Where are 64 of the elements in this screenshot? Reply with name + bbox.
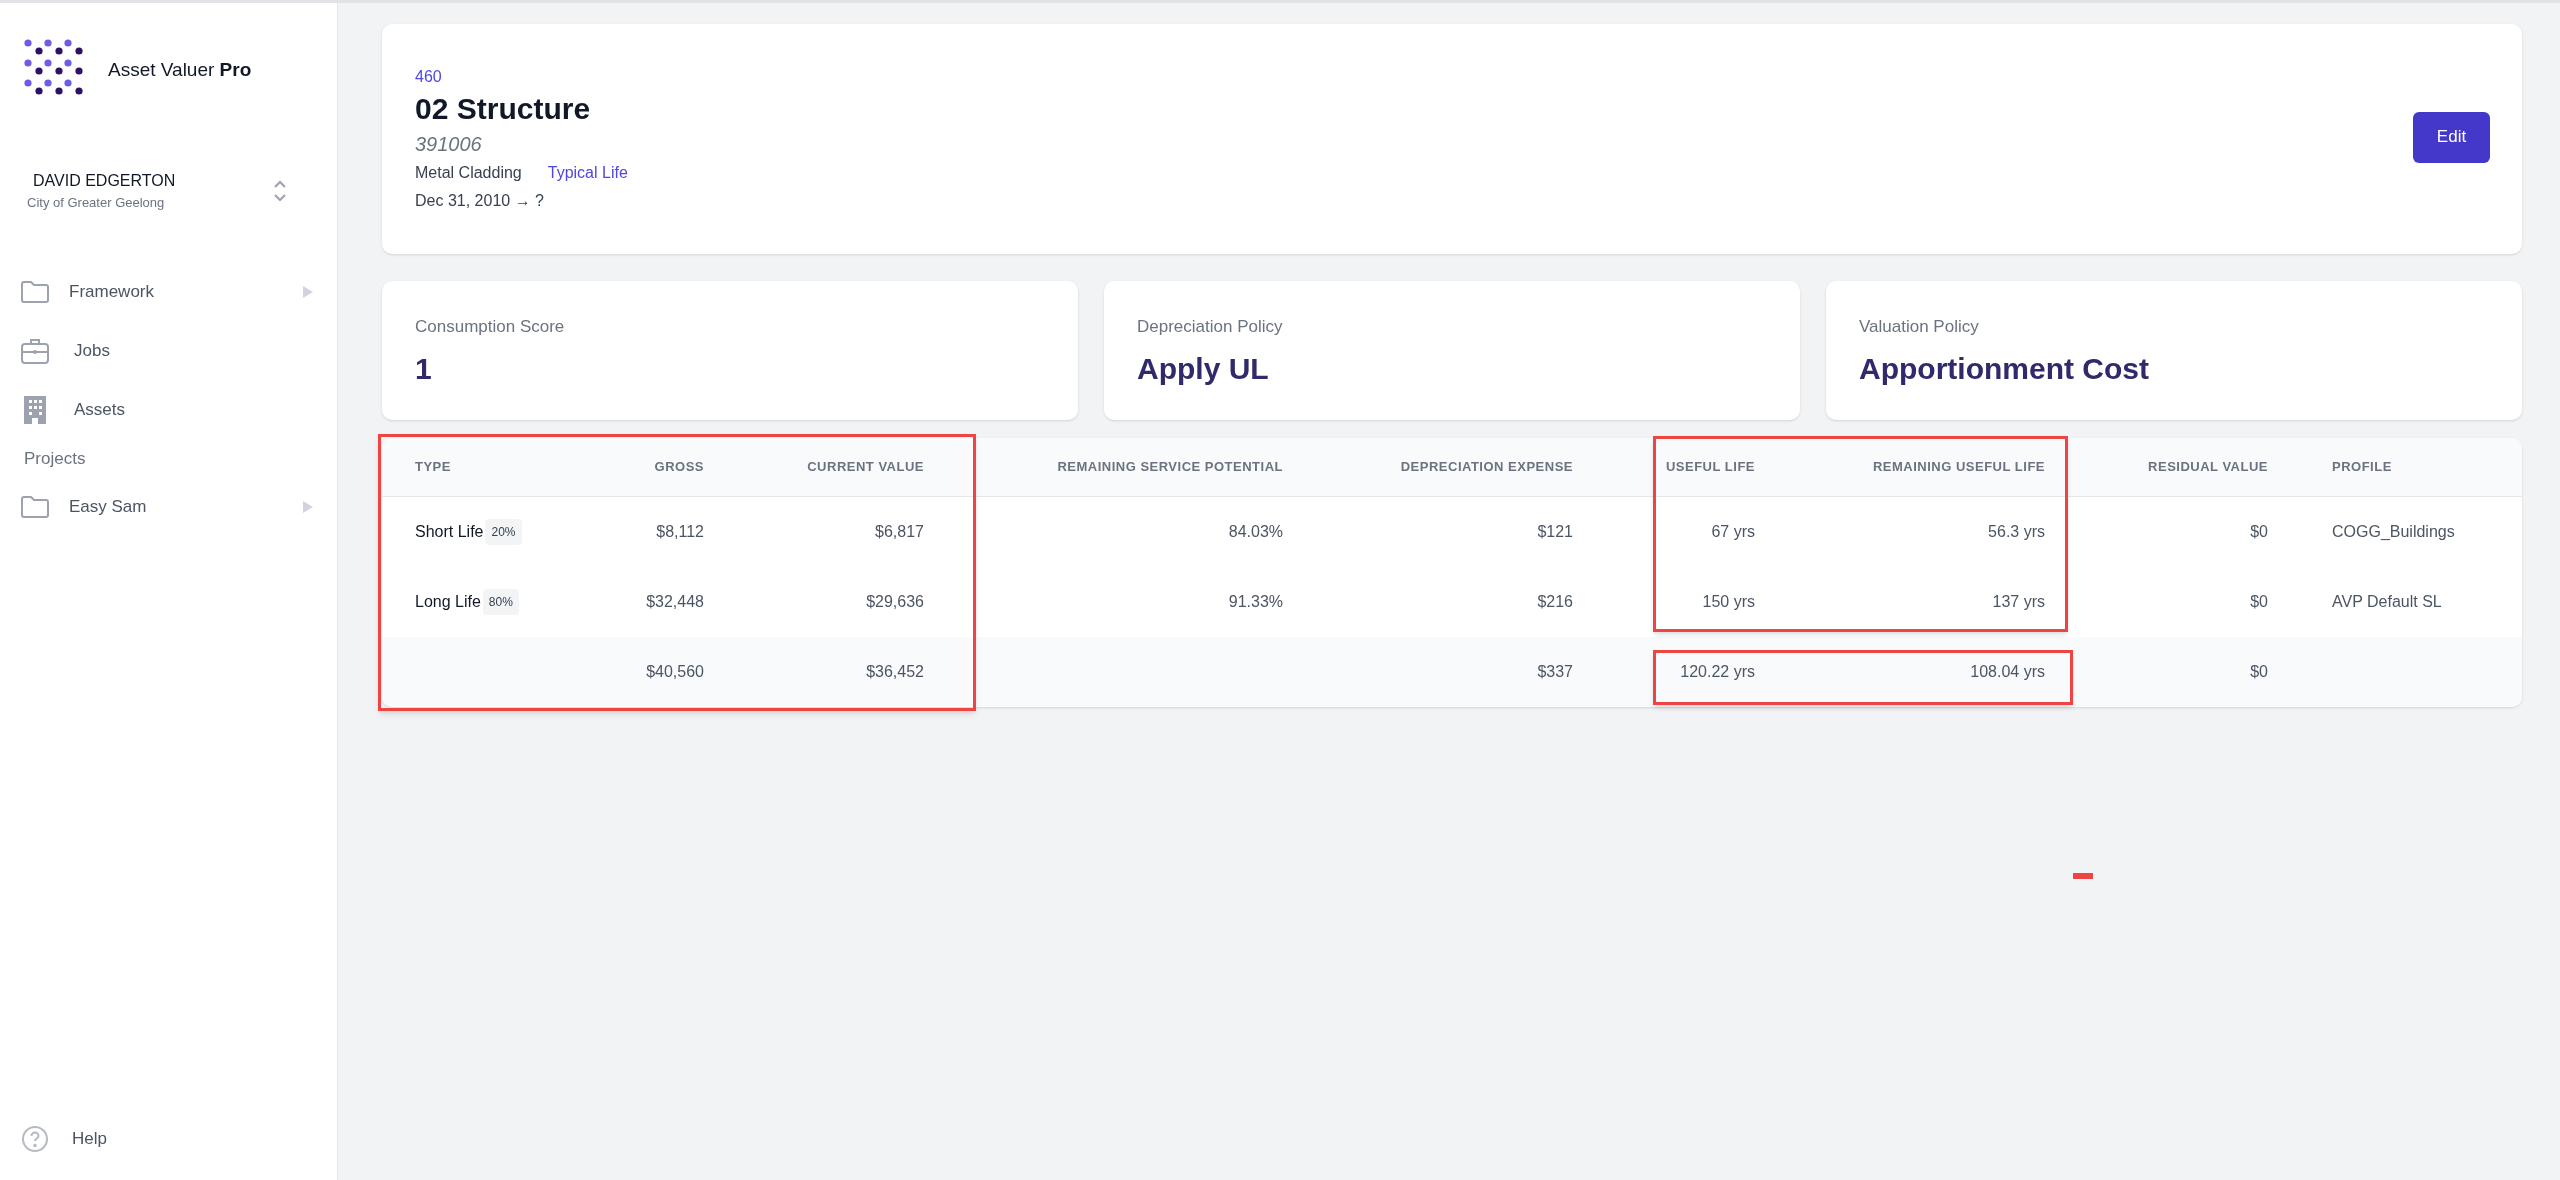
- edit-button[interactable]: Edit: [2413, 111, 2490, 163]
- nav-item[interactable]: Jobs: [0, 321, 337, 381]
- building-icon: [22, 396, 48, 424]
- table-cell-text: 150 yrs: [1701, 592, 1756, 612]
- table-cell-text: 56.3 yrs: [1987, 522, 2046, 542]
- asset-title: 02 Structure: [415, 91, 592, 127]
- total-cell-text: $337: [1536, 662, 1574, 682]
- briefcase-icon: [21, 337, 49, 365]
- user-name: DAVID EDGERTON: [32, 171, 176, 191]
- stat-label: Consumption Score: [415, 316, 566, 338]
- stat-value: Apply UL: [1137, 350, 1270, 387]
- table-cell-text: $0: [2249, 522, 2269, 542]
- total-cell-text: $40,560: [645, 662, 705, 682]
- folder-icon: [21, 281, 49, 303]
- asset-code: 391006: [415, 132, 483, 157]
- stat-label: Valuation Policy: [1859, 316, 1980, 338]
- total-cell-text: $36,452: [865, 662, 925, 682]
- type-label: Long Life: [415, 592, 481, 612]
- stat-label: Depreciation Policy: [1137, 316, 1284, 338]
- share-badge: 20%: [485, 519, 522, 545]
- table-cell-text: COGG_Buildings: [2331, 522, 2456, 542]
- table-cell-text: $0: [2249, 592, 2269, 612]
- nav-item[interactable]: Framework: [0, 262, 337, 322]
- column-header[interactable]: TYPE: [382, 457, 560, 477]
- total-cell-text: 120.22 yrs: [1679, 662, 1756, 682]
- column-header[interactable]: RESIDUAL VALUE: [2061, 457, 2284, 477]
- column-header[interactable]: DEPRECIATION EXPENSE: [1299, 457, 1589, 477]
- table-cell-text: $6,817: [874, 522, 925, 542]
- column-header[interactable]: REMAINING USEFUL LIFE: [1771, 457, 2061, 477]
- material-label: Metal Cladding: [415, 163, 522, 183]
- help-link[interactable]: Help: [0, 1126, 337, 1152]
- table-cell-text: AVP Default SL: [2331, 592, 2443, 612]
- column-header[interactable]: REMAINING SERVICE POTENTIAL: [940, 457, 1299, 477]
- table-cell-text: $121: [1536, 522, 1574, 542]
- chevron-up-down-icon: [273, 178, 287, 203]
- table-cell-text: $29,636: [865, 592, 925, 612]
- nav-item[interactable]: Assets: [0, 380, 337, 440]
- folder-icon: [21, 495, 49, 518]
- asset-number-link[interactable]: 460: [415, 65, 628, 89]
- column-header[interactable]: GROSS: [560, 457, 720, 477]
- table-cell-text: 91.33%: [1227, 592, 1284, 612]
- table-cell-text: $32,448: [645, 592, 705, 612]
- share-badge: 80%: [482, 589, 519, 615]
- brand-name: Asset Valuer Pro: [108, 57, 252, 82]
- type-label: Short Life: [415, 522, 484, 542]
- user-switcher[interactable]: DAVID EDGERTON City of Greater Geelong: [0, 169, 337, 213]
- table-cell-text: $216: [1536, 592, 1574, 612]
- table-cell-text: 67 yrs: [1710, 522, 1756, 542]
- column-header[interactable]: PROFILE: [2284, 457, 2522, 477]
- total-cell-text: $0: [2249, 662, 2269, 682]
- column-header[interactable]: CURRENT VALUE: [720, 457, 940, 477]
- help-icon: [22, 1126, 48, 1152]
- column-header[interactable]: USEFUL LIFE: [1589, 457, 1771, 477]
- stat-value: Apportionment Cost: [1859, 350, 2150, 387]
- date-range: Dec 31, 2010 → ?: [415, 191, 545, 211]
- stat-value: 1: [415, 350, 433, 387]
- organisation-name: City of Greater Geelong: [27, 194, 166, 212]
- typical-life-link[interactable]: Typical Life: [547, 161, 628, 185]
- table-cell-text: 84.03%: [1227, 522, 1284, 542]
- nav-item[interactable]: Easy Sam: [0, 477, 337, 536]
- table-cell-text: $8,112: [655, 522, 705, 542]
- table-cell-text: 137 yrs: [1991, 592, 2046, 612]
- total-cell-text: 108.04 yrs: [1969, 662, 2046, 682]
- section-heading: Projects: [23, 447, 87, 470]
